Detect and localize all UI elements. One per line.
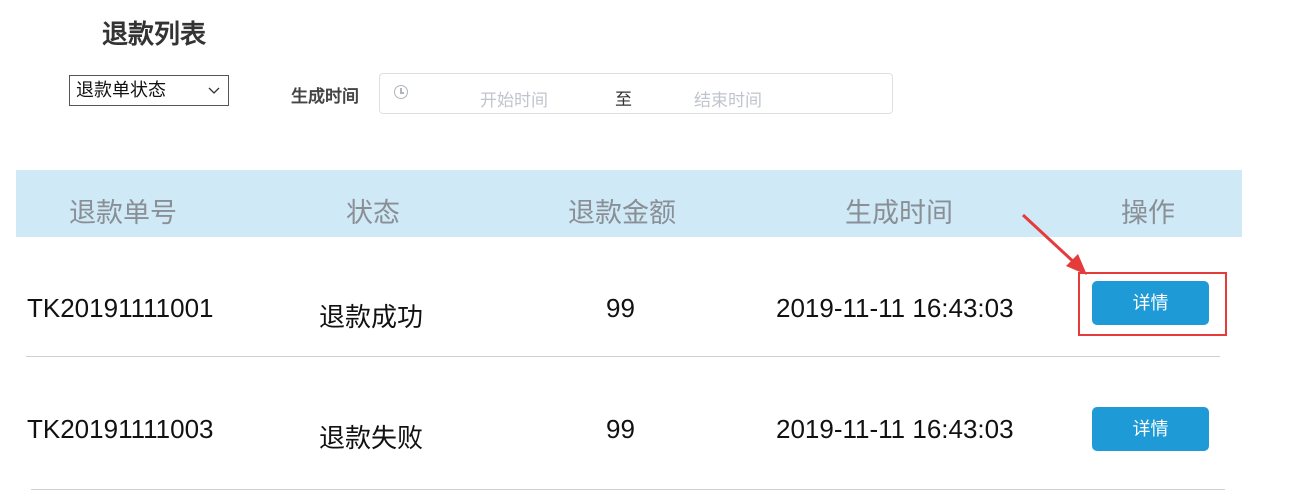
status-cell: 退款失败 — [319, 423, 424, 453]
column-header-created: 生成时间 — [845, 198, 953, 228]
status-select[interactable]: 退款单状态 — [69, 75, 229, 106]
status-cell: 退款成功 — [319, 302, 424, 332]
annotation-highlight-box — [1078, 272, 1227, 336]
row-divider — [26, 356, 1220, 357]
date-range-picker[interactable]: 开始时间 至 结束时间 — [379, 73, 893, 114]
column-header-status: 状态 — [346, 198, 400, 228]
column-header-action: 操作 — [1121, 198, 1175, 228]
time-filter-label: 生成时间 — [291, 87, 359, 106]
page-title: 退款列表 — [102, 19, 207, 49]
column-header-refund-no: 退款单号 — [69, 198, 177, 228]
row-divider — [31, 489, 1225, 490]
column-header-amount: 退款金额 — [568, 198, 676, 228]
table-row: TK20191111001 退款成功 99 2019-11-11 16:43:0… — [16, 256, 1242, 356]
end-date-input[interactable]: 结束时间 — [694, 86, 762, 111]
detail-button[interactable]: 详情 — [1092, 407, 1209, 451]
start-date-input[interactable]: 开始时间 — [480, 86, 548, 111]
amount-cell: 99 — [606, 414, 635, 444]
created-time-cell: 2019-11-11 16:43:03 — [776, 293, 1014, 323]
table-row: TK20191111003 退款失败 99 2019-11-11 16:43:0… — [16, 377, 1242, 477]
status-select-value: 退款单状态 — [76, 80, 166, 100]
refund-no-cell: TK20191111001 — [27, 293, 214, 323]
range-separator: 至 — [615, 90, 632, 109]
clock-icon — [394, 85, 408, 99]
chevron-down-icon — [208, 76, 220, 115]
amount-cell: 99 — [606, 293, 635, 323]
refund-no-cell: TK20191111003 — [27, 414, 214, 444]
created-time-cell: 2019-11-11 16:43:03 — [776, 414, 1014, 444]
table-header: 退款单号 状态 退款金额 生成时间 操作 — [16, 170, 1242, 237]
